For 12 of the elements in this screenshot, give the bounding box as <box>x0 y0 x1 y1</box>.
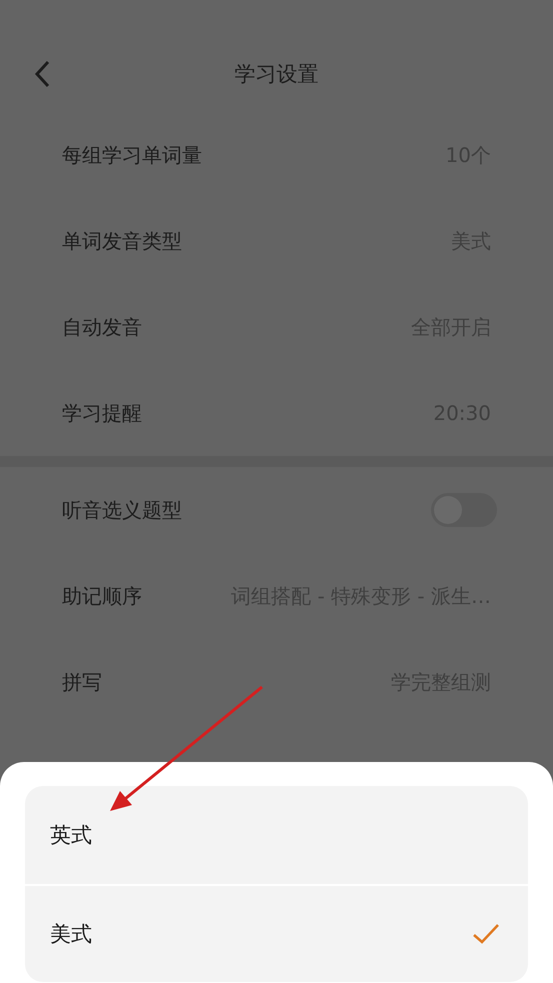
option-item[interactable]: 英式 <box>25 786 528 884</box>
setting-label: 自动发音 <box>62 314 142 340</box>
page-title: 学习设置 <box>234 61 318 88</box>
setting-label: 每组学习单词量 <box>62 142 202 168</box>
setting-label: 单词发音类型 <box>62 228 182 254</box>
setting-label: 助记顺序 <box>62 582 142 610</box>
setting-label: 听音选义题型 <box>62 496 182 524</box>
option-item[interactable]: 美式 <box>25 884 528 982</box>
checkmark-icon <box>472 922 500 946</box>
setting-label: 学习提醒 <box>62 400 142 426</box>
back-icon[interactable] <box>32 58 52 90</box>
setting-label: 拼写 <box>62 668 102 696</box>
